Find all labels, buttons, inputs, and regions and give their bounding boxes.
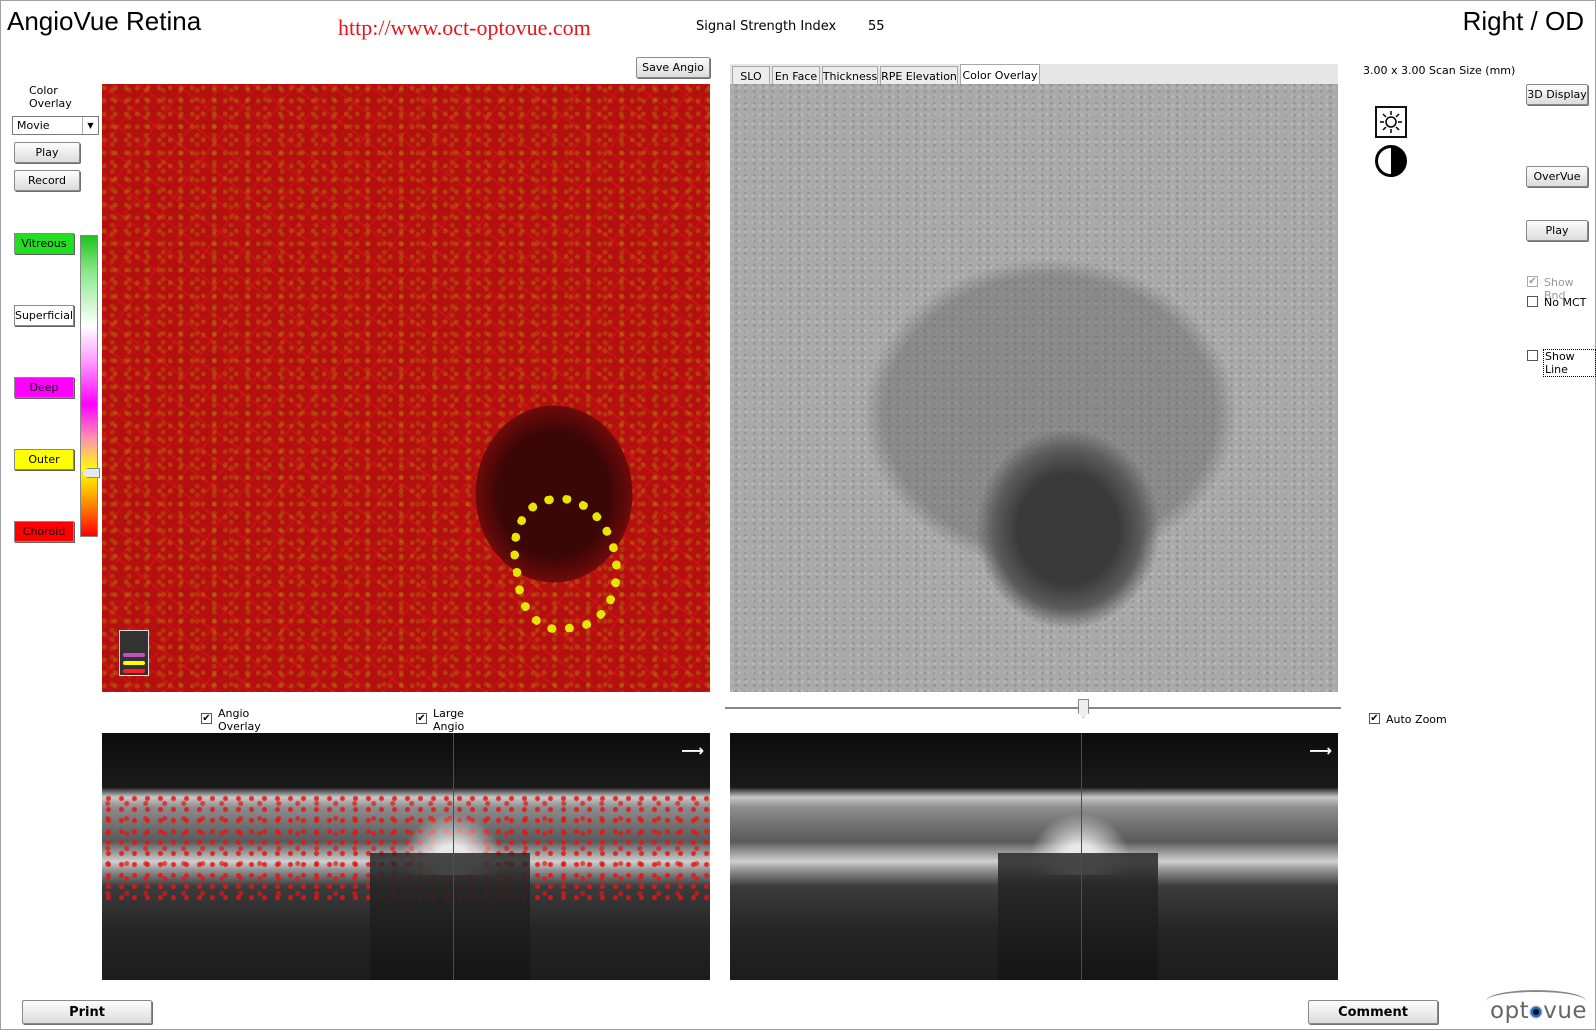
signal-strength-value: 55	[868, 19, 885, 34]
large-angio-label-line1: Large	[433, 707, 464, 720]
angio-overlay-checkbox[interactable]: ✔	[201, 713, 212, 724]
angio-overlay-label-line2: Overlay	[218, 720, 261, 733]
sun-icon[interactable]	[1375, 106, 1407, 138]
right-arrow-icon: ⟶	[1309, 741, 1332, 760]
angio-overlay-label-line1: Angio	[218, 707, 250, 720]
layer-deep-button[interactable]: Deep	[14, 377, 74, 398]
shadow-region	[998, 853, 1158, 980]
angio-color-overlay-image[interactable]	[102, 84, 710, 692]
tab-en-face[interactable]: En Face	[772, 66, 820, 85]
overlay-mode-select[interactable]: Movie ▼	[12, 116, 99, 135]
en-face-image[interactable]	[730, 84, 1338, 692]
auto-zoom-label: Auto Zoom	[1386, 713, 1447, 726]
optovue-logo: opt vue	[1490, 998, 1587, 1024]
large-angio-checkbox[interactable]: ✔	[416, 713, 427, 724]
bscan-structural-image[interactable]: ⟶	[730, 733, 1338, 980]
comment-button[interactable]: Comment	[1308, 1000, 1438, 1024]
legend-deep-stripe	[123, 653, 145, 657]
right-arrow-icon: ⟶	[681, 741, 704, 760]
shadow-region	[370, 853, 530, 980]
no-mct-label: No MCT	[1544, 296, 1587, 309]
cnv-lesion	[502, 487, 630, 639]
show-bnd-checkbox[interactable]: ✔	[1527, 276, 1538, 287]
record-button[interactable]: Record	[14, 170, 80, 191]
tab-rpe-elevation[interactable]: RPE Elevation	[880, 66, 958, 85]
bscan-position-slider-thumb[interactable]	[1078, 699, 1089, 718]
layer-colorbar	[80, 235, 98, 537]
signal-strength-label: Signal Strength Index	[696, 19, 837, 34]
movie-play-button[interactable]: Play	[14, 142, 80, 163]
overlay-mode-value: Movie	[17, 119, 50, 132]
print-button[interactable]: Print	[22, 1000, 152, 1024]
no-mct-checkbox[interactable]	[1527, 296, 1538, 307]
bscan-angio-overlay-image[interactable]: ⟶	[102, 733, 710, 980]
auto-zoom-checkbox[interactable]: ✔	[1369, 713, 1380, 724]
save-angio-button[interactable]: Save Angio	[636, 57, 710, 78]
app-title: AngioVue Retina	[7, 6, 202, 36]
tab-thickness[interactable]: Thickness	[822, 66, 878, 85]
tab-slo[interactable]: SLO	[732, 66, 770, 85]
layer-vitreous-button[interactable]: Vitreous	[14, 233, 74, 254]
layer-legend-icon	[119, 630, 149, 676]
bscan-position-line	[1081, 733, 1082, 980]
chevron-down-icon[interactable]: ▼	[82, 117, 98, 134]
layer-outer-button[interactable]: Outer	[14, 449, 74, 470]
bscan-position-slider[interactable]	[725, 707, 1341, 710]
layer-superficial-button[interactable]: Superficial	[14, 305, 74, 326]
large-angio-label: Large Angio	[433, 707, 464, 733]
contrast-icon[interactable]	[1375, 145, 1407, 177]
website-url[interactable]: http://www.oct-optovue.com	[338, 15, 591, 41]
show-line-label: Show Line	[1543, 349, 1596, 377]
overvue-button[interactable]: OverVue	[1526, 166, 1588, 187]
logo-text-pre: opt	[1490, 998, 1530, 1024]
3d-display-button[interactable]: 3D Display	[1526, 84, 1588, 105]
color-overlay-label-line2: Overlay	[29, 97, 72, 110]
tab-color-overlay[interactable]: Color Overlay	[960, 64, 1040, 86]
large-angio-label-line2: Angio	[433, 720, 465, 733]
legend-outer-stripe	[123, 661, 145, 665]
layer-choroid-button[interactable]: Choroid	[14, 521, 74, 542]
logo-text-post: vue	[1543, 998, 1588, 1024]
legend-choroid-stripe	[123, 669, 145, 673]
show-line-checkbox[interactable]	[1527, 350, 1538, 361]
angio-overlay-label: Angio Overlay	[218, 707, 261, 733]
color-overlay-label-line1: Color	[29, 84, 58, 97]
bscan-position-line	[453, 733, 454, 980]
scan-size-label: 3.00 x 3.00 Scan Size (mm)	[1363, 64, 1516, 77]
eye-label: Right / OD	[1462, 6, 1584, 36]
color-overlay-label: Color Overlay	[29, 84, 72, 110]
play-button[interactable]: Play	[1526, 220, 1588, 241]
logo-eye-icon	[1529, 1005, 1544, 1019]
